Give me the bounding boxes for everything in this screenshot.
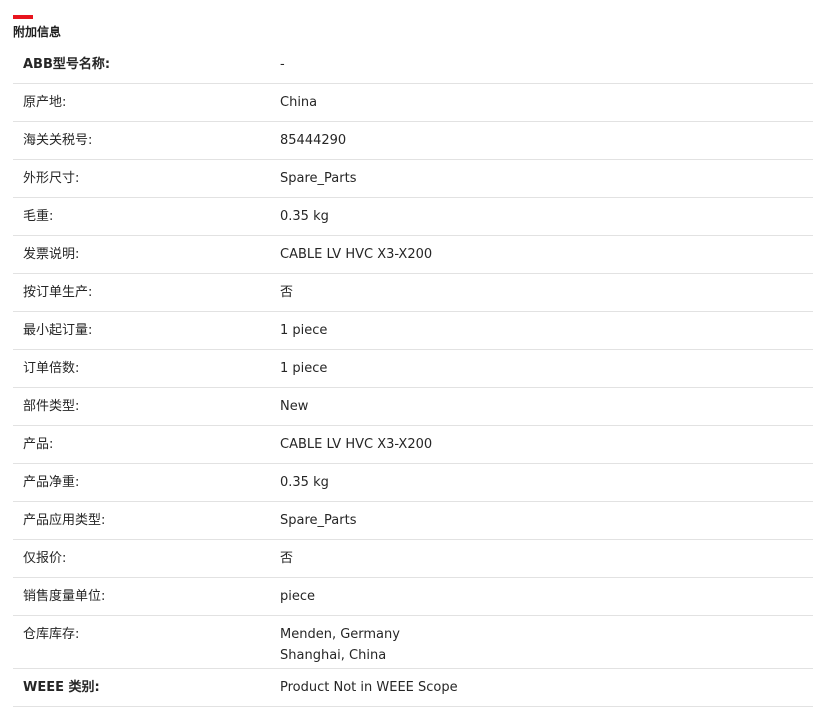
row-value-invoice-description: CABLE LV HVC X3-X200	[280, 247, 433, 262]
stock-location: Menden, Germany	[280, 627, 400, 642]
row-value-quote-only: 否	[280, 551, 294, 566]
row-value-minimum-order-quantity: 1 piece	[280, 323, 328, 338]
row-value-made-to-order: 否	[280, 285, 294, 300]
row-label-customs-tariff-number: 海关关税号:	[23, 133, 93, 148]
table-row: 仅报价: 否	[13, 540, 813, 578]
row-label-quote-only: 仅报价:	[23, 551, 67, 566]
table-row: WEEE 类别: Product Not in WEEE Scope	[13, 669, 813, 707]
row-value-selling-unit-of-measure: piece	[280, 589, 316, 604]
section-accent-bar	[13, 15, 33, 19]
table-row: 毛重: 0.35 kg	[13, 198, 813, 236]
row-label-order-multiple: 订单倍数:	[23, 361, 80, 376]
row-label-abb-type-designation: ABB型号名称:	[23, 57, 111, 72]
row-label-product-application-type: 产品应用类型:	[23, 513, 106, 528]
table-row: 销售度量单位: piece	[13, 578, 813, 616]
row-value-weee-category: Product Not in WEEE Scope	[280, 680, 458, 695]
row-value-part-type: New	[280, 399, 309, 414]
table-row: 原产地: China	[13, 84, 813, 122]
row-label-dimensions: 外形尺寸:	[23, 171, 80, 186]
table-row: 发票说明: CABLE LV HVC X3-X200	[13, 236, 813, 274]
table-row: 订单倍数: 1 piece	[13, 350, 813, 388]
row-label-gross-weight: 毛重:	[23, 209, 54, 224]
row-value-abb-type-designation: -	[280, 57, 285, 72]
stock-location: Shanghai, China	[280, 648, 387, 663]
row-label-minimum-order-quantity: 最小起订量:	[23, 323, 93, 338]
table-row: 产品: CABLE LV HVC X3-X200	[13, 426, 813, 464]
additional-info-table: ABB型号名称: - 原产地: China 海关关税号: 85444290 外形…	[13, 46, 813, 707]
table-row: 产品应用类型: Spare_Parts	[13, 502, 813, 540]
section-title: 附加信息	[13, 25, 62, 39]
table-row: 按订单生产: 否	[13, 274, 813, 312]
row-label-product-net-weight: 产品净重:	[23, 475, 80, 490]
row-label-product: 产品:	[23, 437, 54, 452]
row-value-product-application-type: Spare_Parts	[280, 513, 357, 528]
row-label-country-of-origin: 原产地:	[23, 95, 67, 110]
row-value-gross-weight: 0.35 kg	[280, 209, 329, 224]
row-value-customs-tariff-number: 85444290	[280, 133, 347, 148]
row-label-part-type: 部件类型:	[23, 399, 80, 414]
row-value-order-multiple: 1 piece	[280, 361, 328, 376]
row-label-stocked-at: 仓库库存:	[23, 627, 80, 642]
row-label-made-to-order: 按订单生产:	[23, 285, 93, 300]
table-row: 外形尺寸: Spare_Parts	[13, 160, 813, 198]
row-value-product: CABLE LV HVC X3-X200	[280, 437, 433, 452]
table-row: 海关关税号: 85444290	[13, 122, 813, 160]
row-label-selling-unit-of-measure: 销售度量单位:	[23, 589, 106, 604]
row-label-invoice-description: 发票说明:	[23, 247, 80, 262]
table-row: 仓库库存: Menden, Germany Shanghai, China	[13, 616, 813, 669]
row-value-dimensions: Spare_Parts	[280, 171, 357, 186]
table-row: 产品净重: 0.35 kg	[13, 464, 813, 502]
table-row: 最小起订量: 1 piece	[13, 312, 813, 350]
row-value-stocked-at: Menden, Germany Shanghai, China	[280, 624, 813, 666]
row-value-product-net-weight: 0.35 kg	[280, 475, 329, 490]
table-row: ABB型号名称: -	[13, 46, 813, 84]
table-row: 部件类型: New	[13, 388, 813, 426]
row-label-weee-category: WEEE 类别:	[23, 680, 100, 695]
row-value-country-of-origin: China	[280, 95, 318, 110]
